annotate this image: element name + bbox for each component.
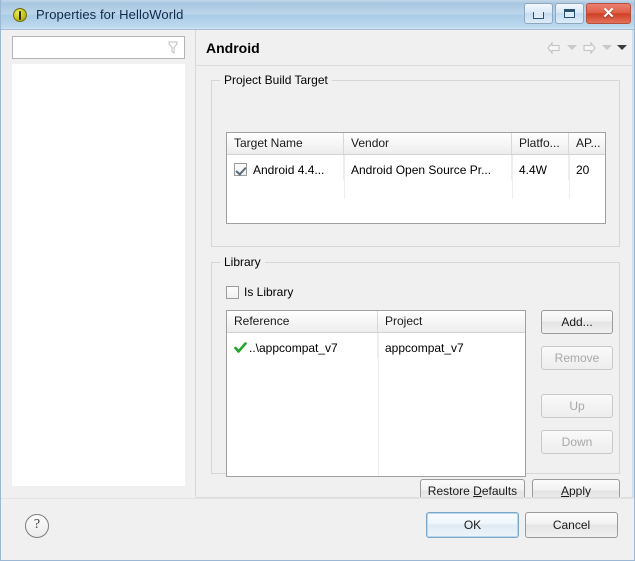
- close-button[interactable]: ✕: [586, 3, 631, 24]
- filter-box[interactable]: [12, 36, 185, 59]
- is-library-checkbox[interactable]: [226, 285, 239, 299]
- library-label: Library: [220, 255, 265, 269]
- cancel-button[interactable]: Cancel: [525, 512, 618, 538]
- column-header-api[interactable]: AP...: [569, 133, 605, 154]
- restore-defaults-label-pre: Restore: [427, 484, 474, 498]
- table-row[interactable]: ..\appcompat_v7 appcompat_v7: [227, 333, 525, 358]
- window-title: Properties for HelloWorld: [36, 7, 184, 22]
- table-row[interactable]: Android 4.4... Android Open Source Pr...…: [227, 155, 605, 180]
- page-header: Android: [196, 30, 634, 66]
- maximize-button[interactable]: [555, 3, 584, 24]
- forward-arrow-icon[interactable]: [581, 41, 597, 55]
- filter-input[interactable]: [17, 40, 165, 55]
- back-arrow-icon[interactable]: [546, 41, 562, 55]
- cell-platform: 4.4W: [512, 155, 569, 180]
- help-button[interactable]: ?: [25, 514, 49, 538]
- library-references-table[interactable]: Reference Project ..\appcompat_v7 appcom…: [226, 310, 526, 477]
- settings-sidebar: [1, 30, 196, 497]
- project-build-target-group: Project Build Target Target Name Vendor …: [211, 73, 620, 247]
- page-nav-icons: [546, 41, 627, 55]
- view-menu-icon[interactable]: [616, 41, 627, 55]
- is-library-row[interactable]: Is Library: [226, 285, 293, 299]
- reference-text: ..\appcompat_v7: [249, 340, 338, 355]
- green-check-icon: [234, 341, 247, 354]
- column-header-reference[interactable]: Reference: [227, 311, 378, 332]
- column-header-platform[interactable]: Platfo...: [512, 133, 569, 154]
- library-table-header: Reference Project: [227, 311, 525, 333]
- down-button[interactable]: Down: [541, 430, 613, 454]
- build-target-table-body: Android 4.4... Android Open Source Pr...…: [227, 155, 605, 199]
- page-title: Android: [206, 40, 260, 56]
- library-action-buttons: Add... Remove Up Down: [541, 310, 613, 466]
- title-bar: Properties for HelloWorld ✕: [1, 0, 634, 30]
- minimize-button[interactable]: [524, 3, 553, 24]
- add-button[interactable]: Add...: [541, 310, 613, 334]
- window-right-edge: [632, 30, 634, 497]
- column-header-project[interactable]: Project: [378, 311, 525, 332]
- back-dropdown-icon[interactable]: [566, 41, 577, 55]
- project-build-target-label: Project Build Target: [220, 73, 332, 87]
- forward-dropdown-icon[interactable]: [601, 41, 612, 55]
- restore-defaults-label-post: efaults: [481, 484, 518, 498]
- maximize-icon: [564, 9, 575, 18]
- cell-vendor: Android Open Source Pr...: [344, 155, 512, 180]
- remove-button[interactable]: Remove: [541, 346, 613, 370]
- cell-project: appcompat_v7: [385, 340, 464, 355]
- ok-button[interactable]: OK: [426, 512, 519, 538]
- library-table-body: ..\appcompat_v7 appcompat_v7: [227, 333, 525, 476]
- column-header-target-name[interactable]: Target Name: [227, 133, 344, 154]
- up-button[interactable]: Up: [541, 394, 613, 418]
- cell-target-name[interactable]: Android 4.4...: [227, 155, 344, 180]
- apply-mnemonic: A: [560, 484, 569, 498]
- window-controls: ✕: [524, 3, 631, 24]
- minimize-icon: [533, 12, 544, 19]
- restore-defaults-mnemonic: D: [473, 484, 482, 498]
- apply-label-post: pply: [569, 484, 592, 498]
- library-group: Library Is Library Reference Project ..\…: [211, 255, 620, 477]
- dialog-footer: ? OK Cancel: [1, 498, 634, 560]
- properties-dialog: Properties for HelloWorld ✕ Android Proj…: [0, 0, 635, 561]
- cell-api: 20: [576, 162, 590, 177]
- close-icon: ✕: [602, 5, 615, 22]
- is-library-label: Is Library: [244, 285, 294, 299]
- filter-icon[interactable]: [167, 41, 180, 55]
- properties-icon: [12, 7, 28, 23]
- cell-reference[interactable]: ..\appcompat_v7: [227, 333, 378, 358]
- target-name-text: Android 4.4...: [253, 162, 325, 177]
- build-target-table[interactable]: Target Name Vendor Platfo... AP... Andro…: [226, 132, 606, 224]
- settings-tree[interactable]: [12, 64, 185, 486]
- column-header-vendor[interactable]: Vendor: [344, 133, 512, 154]
- build-target-table-header: Target Name Vendor Platfo... AP...: [227, 133, 605, 155]
- target-checkbox[interactable]: [234, 163, 247, 176]
- android-settings-page: Android Project Build Target Target Name…: [196, 30, 634, 503]
